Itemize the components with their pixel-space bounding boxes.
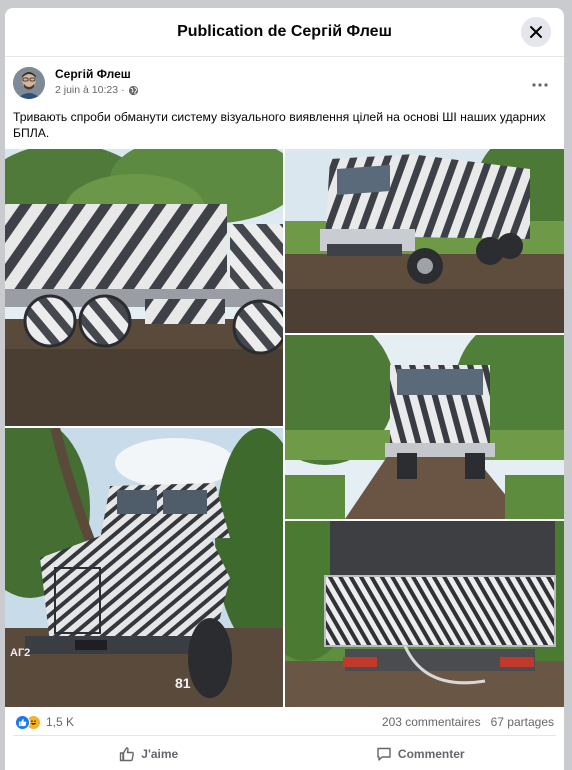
post-header: Сергій Флеш 2 juin à 10:23 · (5, 67, 564, 109)
action-bar: J'aime Commenter (13, 735, 556, 770)
post-stats: 1,5 K 203 commentaires 67 partages (5, 711, 564, 733)
close-icon (530, 26, 542, 38)
reaction-count[interactable]: 1,5 K (46, 715, 74, 729)
like-reaction-icon (15, 714, 30, 730)
photo-truck-front-angle[interactable] (285, 149, 564, 333)
photo-truck-side-zebra[interactable] (5, 149, 283, 426)
photo-truck-front-road[interactable] (285, 335, 564, 519)
comment-button[interactable]: Commenter (285, 739, 557, 769)
post-modal: Publication de Сергій Флеш Сергій Флеш 2… (5, 8, 564, 770)
stats-right: 203 commentaires 67 partages (382, 715, 554, 729)
photo-truck-ural-front[interactable]: АГ2 81 (5, 428, 283, 707)
reaction-summary[interactable]: 1,5 K (15, 714, 74, 730)
like-label: J'aime (141, 746, 179, 761)
photo-truck-rear-panel[interactable] (285, 521, 564, 707)
more-options-button[interactable] (528, 75, 552, 95)
photo-grid: АГ2 81 (5, 149, 564, 709)
meta-separator: · (121, 84, 125, 96)
more-icon (532, 83, 548, 87)
close-button[interactable] (521, 17, 551, 47)
modal-title: Publication de Сергій Флеш (177, 23, 392, 40)
comments-count[interactable]: 203 commentaires (382, 715, 481, 729)
comment-icon (377, 747, 391, 761)
post-text: Тривають спроби обманути систему візуаль… (13, 110, 546, 140)
like-button[interactable]: J'aime (13, 739, 285, 769)
globe-icon (128, 85, 138, 95)
author-block: Сергій Флеш 2 juin à 10:23 · (55, 67, 139, 96)
post-date[interactable]: 2 juin à 10:23 (55, 84, 118, 96)
photo-plate-text: АГ2 (10, 647, 30, 659)
avatar[interactable] (13, 67, 45, 99)
photo-number-text: 81 (175, 675, 191, 691)
shares-count[interactable]: 67 partages (491, 715, 554, 729)
modal-header: Publication de Сергій Флеш (5, 8, 564, 57)
thumbs-up-icon (120, 746, 135, 761)
post-meta: 2 juin à 10:23 · (55, 84, 139, 96)
author-name[interactable]: Сергій Флеш (55, 67, 139, 82)
comment-label: Commenter (397, 746, 465, 761)
